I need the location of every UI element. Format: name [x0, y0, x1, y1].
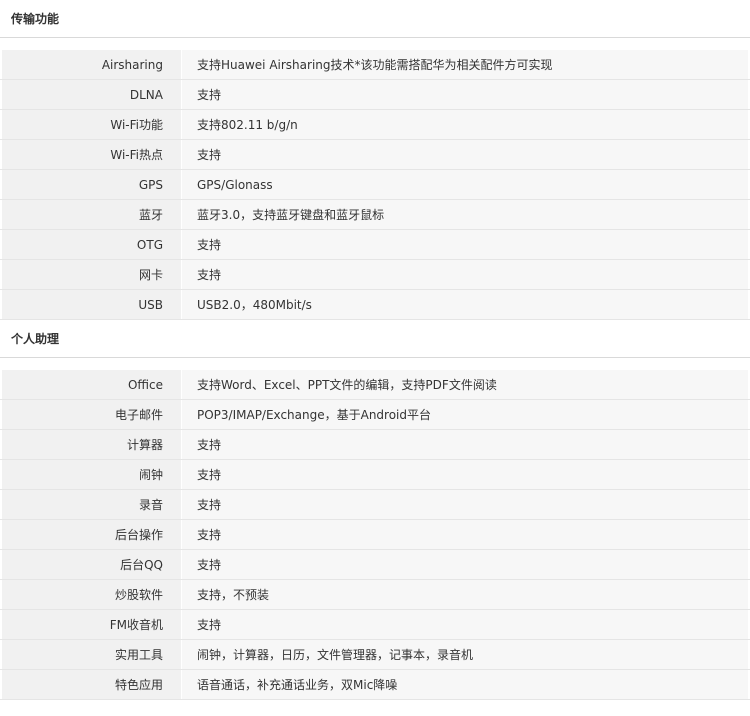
- row-value: 支持: [182, 520, 750, 549]
- row-value: 闹钟，计算器，日历，文件管理器，记事本，录音机: [182, 640, 750, 669]
- row-value: 支持: [182, 490, 750, 519]
- row-label: Airsharing: [0, 50, 182, 79]
- table-row: Airsharing 支持Huawei Airsharing技术*该功能需搭配华…: [0, 50, 750, 80]
- row-value: 支持: [182, 460, 750, 489]
- table-row: Wi-Fi功能 支持802.11 b/g/n: [0, 110, 750, 140]
- table-row: 特色应用 语音通话，补充通话业务，双Mic降噪: [0, 670, 750, 700]
- table-row: 蓝牙 蓝牙3.0，支持蓝牙键盘和蓝牙鼠标: [0, 200, 750, 230]
- row-value: 支持: [182, 80, 750, 109]
- row-label: 电子邮件: [0, 400, 182, 429]
- section-personal-assistant: 个人助理 Office 支持Word、Excel、PPT文件的编辑，支持PDF文…: [0, 320, 750, 700]
- table-row: 闹钟 支持: [0, 460, 750, 490]
- row-value: 支持: [182, 260, 750, 289]
- table-row: 后台QQ 支持: [0, 550, 750, 580]
- table-row: 电子邮件 POP3/IMAP/Exchange，基于Android平台: [0, 400, 750, 430]
- row-value: 支持，不预装: [182, 580, 750, 609]
- row-value: 支持: [182, 140, 750, 169]
- spec-table: Airsharing 支持Huawei Airsharing技术*该功能需搭配华…: [0, 50, 750, 320]
- row-label: 炒股软件: [0, 580, 182, 609]
- table-row: 计算器 支持: [0, 430, 750, 460]
- row-value: 支持: [182, 230, 750, 259]
- table-row: FM收音机 支持: [0, 610, 750, 640]
- row-label: 录音: [0, 490, 182, 519]
- row-label: Office: [0, 370, 182, 399]
- row-label: FM收音机: [0, 610, 182, 639]
- row-label: USB: [0, 290, 182, 319]
- row-value: POP3/IMAP/Exchange，基于Android平台: [182, 400, 750, 429]
- row-label: 后台操作: [0, 520, 182, 549]
- section-title: 个人助理: [0, 320, 750, 358]
- table-row: GPS GPS/Glonass: [0, 170, 750, 200]
- spec-page: 传输功能 Airsharing 支持Huawei Airsharing技术*该功…: [0, 0, 750, 700]
- row-label: 后台QQ: [0, 550, 182, 579]
- row-label: OTG: [0, 230, 182, 259]
- table-row: 实用工具 闹钟，计算器，日历，文件管理器，记事本，录音机: [0, 640, 750, 670]
- row-value: 支持Huawei Airsharing技术*该功能需搭配华为相关配件方可实现: [182, 50, 750, 79]
- row-value: GPS/Glonass: [182, 170, 750, 199]
- row-label: 蓝牙: [0, 200, 182, 229]
- table-row: Office 支持Word、Excel、PPT文件的编辑，支持PDF文件阅读: [0, 370, 750, 400]
- row-label: Wi-Fi功能: [0, 110, 182, 139]
- section-transfer: 传输功能 Airsharing 支持Huawei Airsharing技术*该功…: [0, 0, 750, 320]
- row-label: 实用工具: [0, 640, 182, 669]
- table-row: Wi-Fi热点 支持: [0, 140, 750, 170]
- row-label: 闹钟: [0, 460, 182, 489]
- row-label: 特色应用: [0, 670, 182, 699]
- row-value: 支持Word、Excel、PPT文件的编辑，支持PDF文件阅读: [182, 370, 750, 399]
- table-row: 后台操作 支持: [0, 520, 750, 550]
- table-row: DLNA 支持: [0, 80, 750, 110]
- table-row: 录音 支持: [0, 490, 750, 520]
- row-value: 支持802.11 b/g/n: [182, 110, 750, 139]
- row-value: 支持: [182, 550, 750, 579]
- row-value: 支持: [182, 610, 750, 639]
- table-row: 炒股软件 支持，不预装: [0, 580, 750, 610]
- spec-table: Office 支持Word、Excel、PPT文件的编辑，支持PDF文件阅读 电…: [0, 370, 750, 700]
- section-title: 传输功能: [0, 0, 750, 38]
- row-value: USB2.0，480Mbit/s: [182, 290, 750, 319]
- row-value: 语音通话，补充通话业务，双Mic降噪: [182, 670, 750, 699]
- row-label: GPS: [0, 170, 182, 199]
- table-row: OTG 支持: [0, 230, 750, 260]
- table-row: 网卡 支持: [0, 260, 750, 290]
- row-label: 网卡: [0, 260, 182, 289]
- row-label: DLNA: [0, 80, 182, 109]
- table-row: USB USB2.0，480Mbit/s: [0, 290, 750, 320]
- row-value: 蓝牙3.0，支持蓝牙键盘和蓝牙鼠标: [182, 200, 750, 229]
- row-label: 计算器: [0, 430, 182, 459]
- row-value: 支持: [182, 430, 750, 459]
- row-label: Wi-Fi热点: [0, 140, 182, 169]
